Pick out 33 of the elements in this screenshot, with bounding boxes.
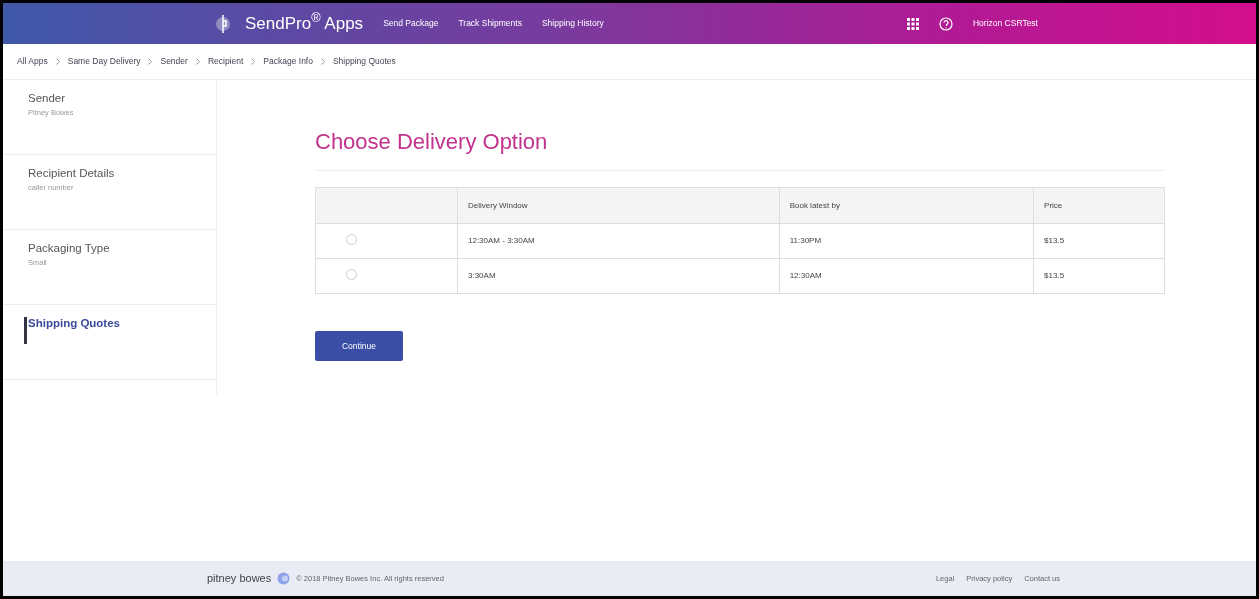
chevron-icon: [195, 58, 200, 65]
column-header: Book latest by: [779, 187, 1034, 224]
help-icon[interactable]: [938, 16, 953, 31]
table-cell: 11:30PM: [779, 223, 1034, 259]
apps-grid-icon[interactable]: [906, 17, 919, 30]
column-header: Price: [1033, 187, 1165, 224]
chevron-icon: [148, 58, 153, 65]
table-cell: 12:30AM: [779, 258, 1034, 294]
table-cell: 12:30AM - 3:30AM: [457, 223, 780, 259]
company-logo-text: pitney bowes: [207, 571, 272, 587]
chevron-icon: [55, 58, 60, 65]
nav-link[interactable]: Shipping History: [541, 17, 604, 30]
chevron-icon: [251, 58, 256, 65]
table-cell: $13.5: [1033, 223, 1165, 259]
nav-link[interactable]: Send Package: [383, 17, 439, 30]
chevron-icon: [320, 58, 325, 65]
user-name[interactable]: Horizon CSRTest: [972, 17, 1038, 30]
page-title: Choose Delivery Option: [315, 125, 1165, 171]
column-header: Delivery Window: [457, 187, 780, 224]
nav-link[interactable]: Track Shipments: [458, 17, 522, 30]
sidebar-item[interactable]: Shipping Quotes: [3, 305, 216, 380]
breadcrumb-link[interactable]: Sender: [160, 55, 188, 68]
breadcrumb-link[interactable]: Same Day Delivery: [67, 55, 141, 68]
continue-button[interactable]: Continue: [315, 331, 403, 361]
breadcrumb-link[interactable]: Recipient: [207, 55, 244, 68]
breadcrumb-link[interactable]: Shipping Quotes: [332, 55, 396, 68]
breadcrumb-link[interactable]: All Apps: [17, 55, 48, 68]
logo-icon: [215, 12, 231, 35]
table-cell: 3:30AM: [457, 258, 780, 294]
table-cell: $13.5: [1033, 258, 1165, 294]
app-title: SendPro$^{®}$ Apps: [245, 10, 364, 35]
breadcrumb-link[interactable]: Package Info: [263, 55, 313, 68]
logo-icon: [277, 572, 291, 585]
